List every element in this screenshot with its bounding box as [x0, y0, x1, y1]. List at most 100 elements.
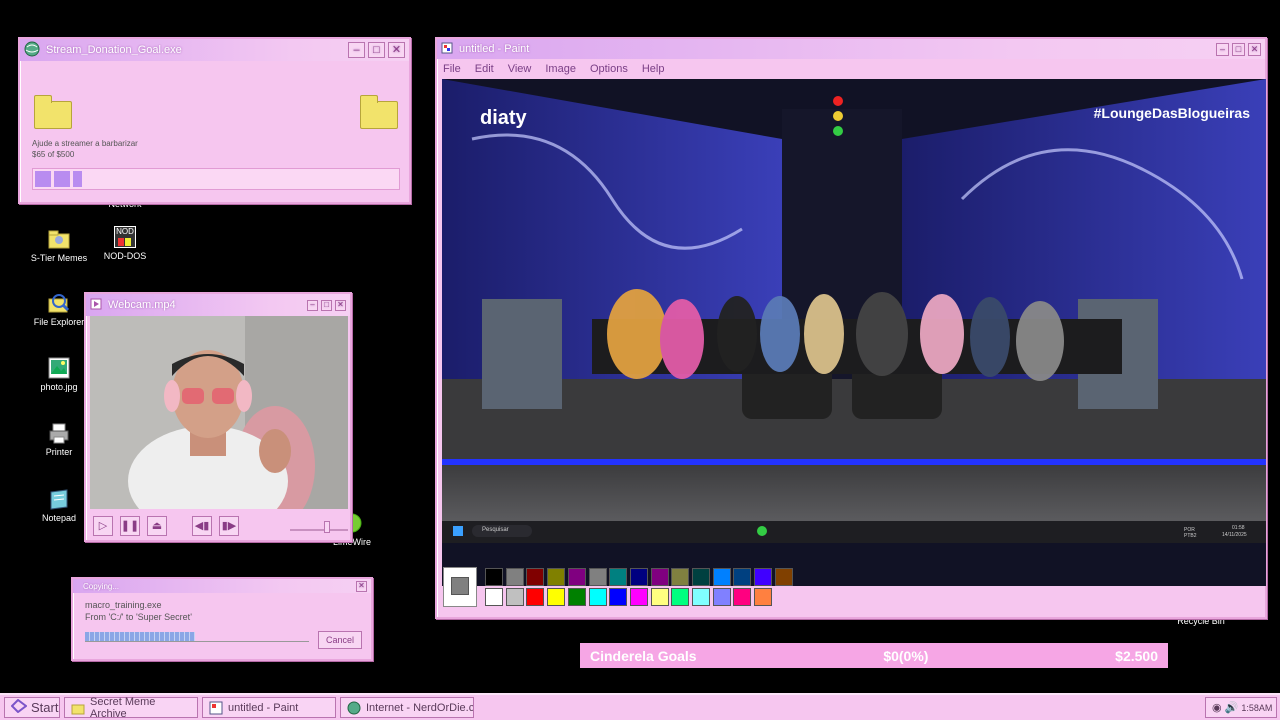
palette-swatch[interactable] — [485, 588, 503, 606]
donation-titlebar[interactable]: Stream_Donation_Goal.exe – □ ✕ — [20, 39, 409, 61]
palette-swatch[interactable] — [629, 568, 648, 586]
palette-swatch[interactable] — [629, 588, 648, 606]
palette-swatch[interactable] — [650, 568, 669, 586]
open-folder-icon — [360, 95, 398, 129]
maximize-button[interactable]: □ — [368, 42, 385, 58]
stream-brand-logo: diaty — [480, 107, 527, 129]
printer-label: Printer — [45, 447, 73, 457]
palette-swatch[interactable] — [609, 568, 628, 586]
palette-swatch[interactable] — [671, 568, 690, 586]
palette-swatch[interactable] — [505, 568, 524, 586]
menu-view[interactable]: View — [508, 63, 532, 75]
paint-titlebar[interactable]: untitled - Paint – □ ✕ — [437, 39, 1265, 59]
webcam-scene — [90, 316, 348, 509]
start-button[interactable]: Start — [4, 697, 60, 718]
image-file-icon — [48, 357, 70, 379]
webcam-title: Webcam.mp4 — [108, 299, 176, 311]
stream-scene — [442, 79, 1266, 586]
donation-text: Ajude a streamer a barbarizar — [32, 139, 138, 148]
palette-swatch[interactable] — [547, 568, 566, 586]
palette-swatch[interactable] — [567, 588, 586, 606]
current-color-indicator[interactable] — [443, 567, 477, 607]
menu-file[interactable]: File — [443, 63, 461, 75]
cinderella-goal: $2.500 — [1115, 647, 1158, 664]
taskbar-item-paint[interactable]: untitled - Paint — [202, 697, 336, 718]
previous-button[interactable]: ◀▮ — [192, 516, 212, 536]
donation-goal-window[interactable]: Stream_Donation_Goal.exe – □ ✕ Ajude a s… — [18, 37, 411, 204]
palette-swatch[interactable] — [671, 588, 690, 606]
palette-swatch[interactable] — [712, 588, 731, 606]
nod-dos-desktop-icon[interactable]: NOD NOD-DOS — [85, 226, 165, 261]
taskbar-item-internet[interactable]: Internet - NerdOrDie.com — [340, 697, 474, 718]
paint-icon — [209, 701, 223, 715]
minimize-button[interactable]: – — [307, 299, 318, 311]
cinderella-goals-bar: Cinderela Goals $0(0%) $2.500 — [580, 643, 1168, 668]
copying-titlebar[interactable]: Copying... ✕ — [73, 579, 371, 593]
system-tray: ◉ 🔊 1:58AM — [1205, 697, 1277, 718]
palette-swatch[interactable] — [774, 568, 793, 586]
webcam-window[interactable]: Webcam.mp4 – □ ✕ ▷ ❚❚ ⏏ ◀▮ ▮▶ — [84, 292, 352, 542]
volume-slider-thumb[interactable] — [324, 521, 330, 533]
palette-swatch[interactable] — [733, 568, 752, 586]
donation-progress-track — [32, 168, 400, 190]
start-logo-icon — [10, 698, 28, 716]
maximize-button[interactable]: □ — [1232, 42, 1245, 56]
network-tray-icon[interactable]: ◉ — [1212, 701, 1222, 714]
copying-dialog[interactable]: Copying... ✕ macro_training.exe From 'C:… — [71, 577, 373, 661]
close-button[interactable]: ✕ — [1248, 42, 1261, 56]
next-button[interactable]: ▮▶ — [219, 516, 239, 536]
folder-icon — [34, 95, 72, 129]
copying-title: Copying... — [83, 581, 120, 591]
palette-swatch[interactable] — [505, 588, 524, 606]
palette-swatch[interactable] — [547, 588, 566, 606]
palette-swatch[interactable] — [609, 588, 628, 606]
palette-swatch[interactable] — [692, 588, 710, 606]
menu-help[interactable]: Help — [642, 63, 665, 75]
palette-swatch[interactable] — [588, 588, 607, 606]
palette-swatch[interactable] — [485, 568, 503, 586]
palette-swatch[interactable] — [754, 588, 773, 606]
volume-slider[interactable] — [290, 521, 348, 533]
copying-progress-track — [85, 631, 309, 642]
palette-swatch[interactable] — [692, 568, 710, 586]
folder-icon — [71, 701, 85, 715]
taskbar-item-secret-meme-archive[interactable]: Secret Meme Archive — [64, 695, 198, 720]
folder-icon — [48, 228, 70, 250]
volume-tray-icon[interactable]: 🔊 — [1225, 701, 1239, 714]
photo-label: photo.jpg — [40, 382, 78, 392]
donation-title: Stream_Donation_Goal.exe — [46, 44, 182, 56]
close-button[interactable]: ✕ — [335, 299, 346, 311]
inner-tray-date: 14/11/2025 — [1222, 532, 1247, 538]
cancel-button[interactable]: Cancel — [318, 631, 362, 649]
palette-swatch[interactable] — [754, 568, 773, 586]
palette-swatch[interactable] — [526, 568, 545, 586]
play-button[interactable]: ▷ — [93, 516, 113, 536]
webcam-video-frame — [90, 316, 348, 509]
menu-image[interactable]: Image — [545, 63, 576, 75]
pause-button[interactable]: ❚❚ — [120, 516, 140, 536]
taskbar-item-label: Secret Meme Archive — [90, 695, 156, 720]
paint-window[interactable]: untitled - Paint – □ ✕ File Edit View Im… — [435, 37, 1267, 619]
globe-icon — [347, 701, 361, 715]
minimize-button[interactable]: – — [348, 42, 365, 58]
taskbar: Start Secret Meme Archive untitled - Pai… — [0, 693, 1280, 720]
donation-amount: $65 of $500 — [32, 150, 75, 159]
palette-swatch[interactable] — [712, 568, 731, 586]
paint-app-icon — [441, 42, 453, 57]
palette-swatch[interactable] — [650, 588, 669, 606]
inner-search-placeholder: Pesquisar — [482, 527, 509, 533]
menu-options[interactable]: Options — [590, 63, 628, 75]
close-button[interactable]: ✕ — [388, 42, 405, 58]
palette-swatch[interactable] — [526, 588, 545, 606]
eject-button[interactable]: ⏏ — [147, 516, 167, 536]
menu-edit[interactable]: Edit — [475, 63, 494, 75]
maximize-button[interactable]: □ — [321, 299, 332, 311]
paint-canvas[interactable]: diaty #LoungeDasBlogueiras Pesquisar POR… — [442, 79, 1266, 586]
palette-swatch[interactable] — [588, 568, 607, 586]
palette-swatch[interactable] — [733, 588, 752, 606]
donation-progress-fill — [35, 171, 83, 187]
close-button[interactable]: ✕ — [356, 580, 367, 592]
webcam-titlebar[interactable]: Webcam.mp4 – □ ✕ — [86, 294, 350, 316]
palette-swatch[interactable] — [567, 568, 586, 586]
minimize-button[interactable]: – — [1216, 42, 1229, 56]
